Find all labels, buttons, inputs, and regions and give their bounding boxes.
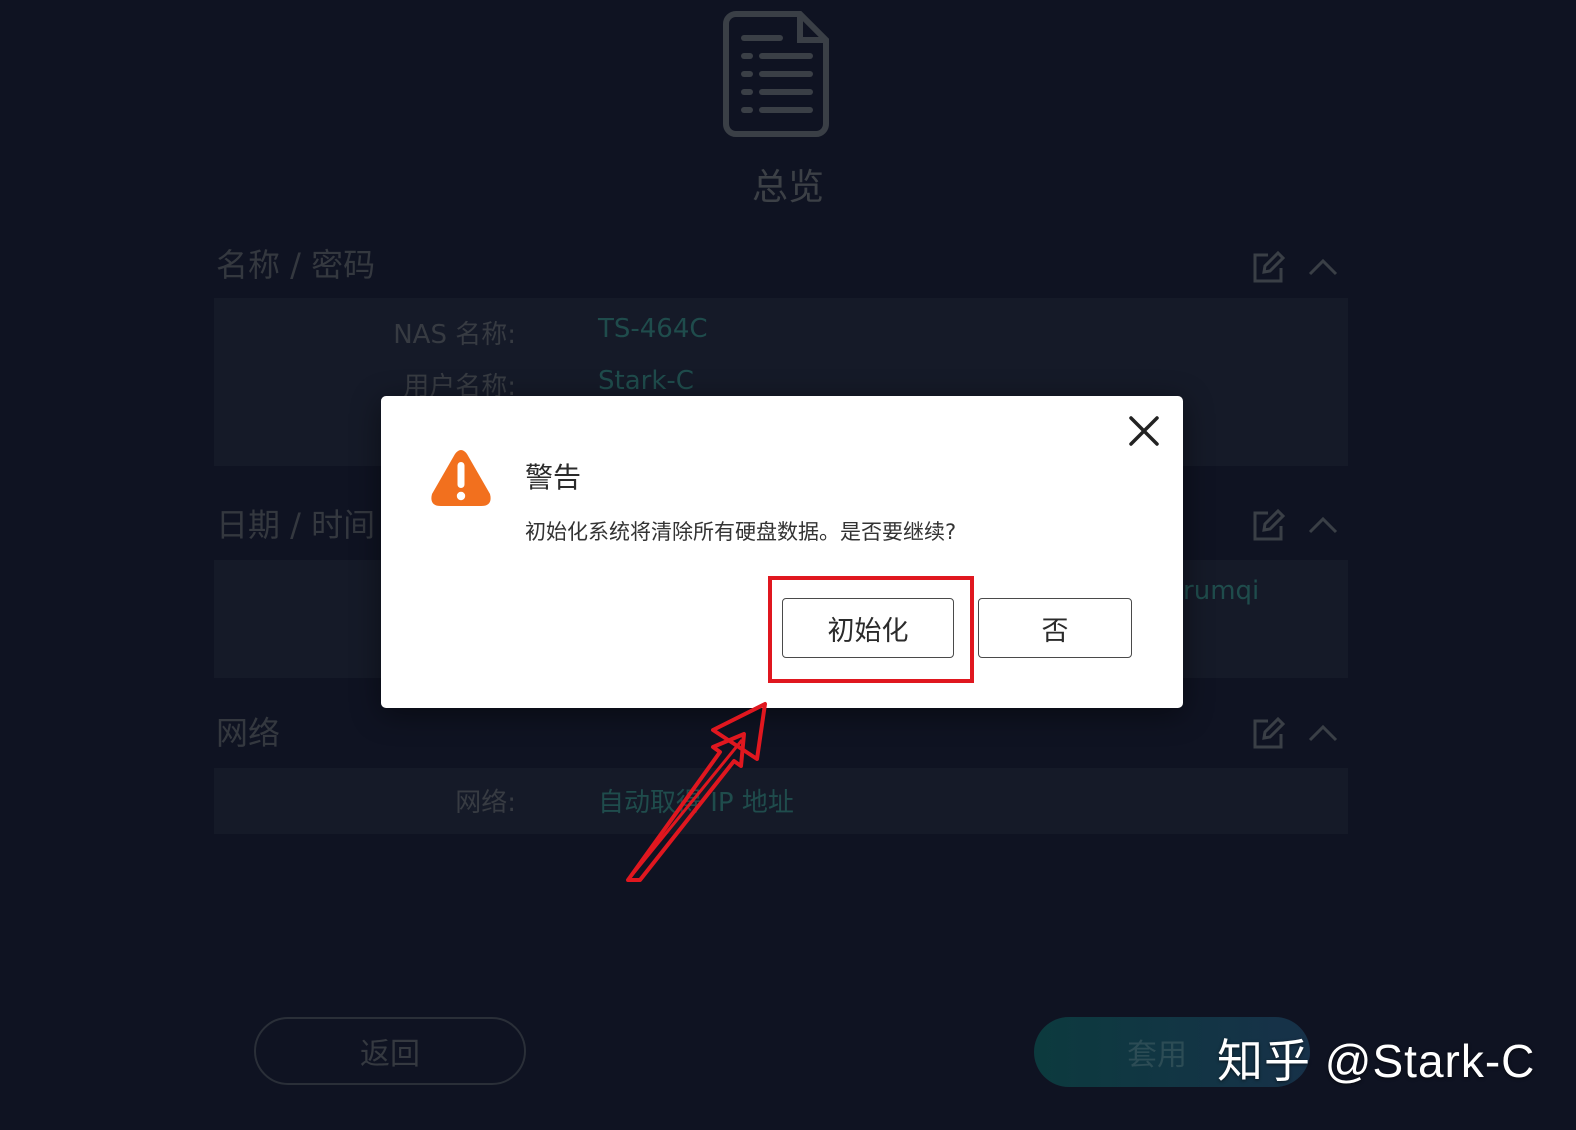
section-title-name-password: 名称 / 密码	[216, 246, 376, 284]
dialog-message: 初始化系统将清除所有硬盘数据。是否要继续?	[525, 520, 957, 544]
chevron-up-icon[interactable]	[1308, 256, 1338, 278]
page-title: 总览	[751, 167, 824, 208]
edit-icon[interactable]	[1250, 508, 1286, 544]
section-title-network: 网络	[216, 714, 281, 752]
network-label: 网络:	[455, 788, 516, 818]
nas-name-label: NAS 名称:	[393, 320, 516, 350]
chevron-up-icon[interactable]	[1308, 514, 1338, 536]
highlight-box	[768, 576, 974, 683]
edit-icon[interactable]	[1250, 716, 1286, 752]
back-button[interactable]: 返回	[254, 1017, 526, 1085]
section-actions-date-time	[1250, 508, 1350, 548]
section-actions-network	[1250, 716, 1350, 756]
section-title-date-time: 日期 / 时间	[216, 506, 376, 544]
close-icon[interactable]	[1127, 414, 1161, 448]
no-button[interactable]: 否	[978, 598, 1132, 658]
dialog-title: 警告	[525, 461, 582, 494]
edit-icon[interactable]	[1250, 250, 1286, 286]
nas-name-value: TS-464C	[598, 314, 708, 344]
document-icon	[723, 11, 829, 137]
setup-page: 总览 名称 / 密码 NAS 名称: TS-464C 用户名称: Stark-C…	[0, 0, 1576, 1130]
chevron-up-icon[interactable]	[1308, 722, 1338, 744]
section-actions-name-password	[1250, 250, 1350, 290]
watermark: 知乎 @Stark-C	[1217, 1035, 1536, 1087]
network-value: 自动取得 IP 地址	[598, 788, 794, 818]
warning-icon	[431, 450, 491, 506]
user-name-value: Stark-C	[598, 366, 694, 396]
